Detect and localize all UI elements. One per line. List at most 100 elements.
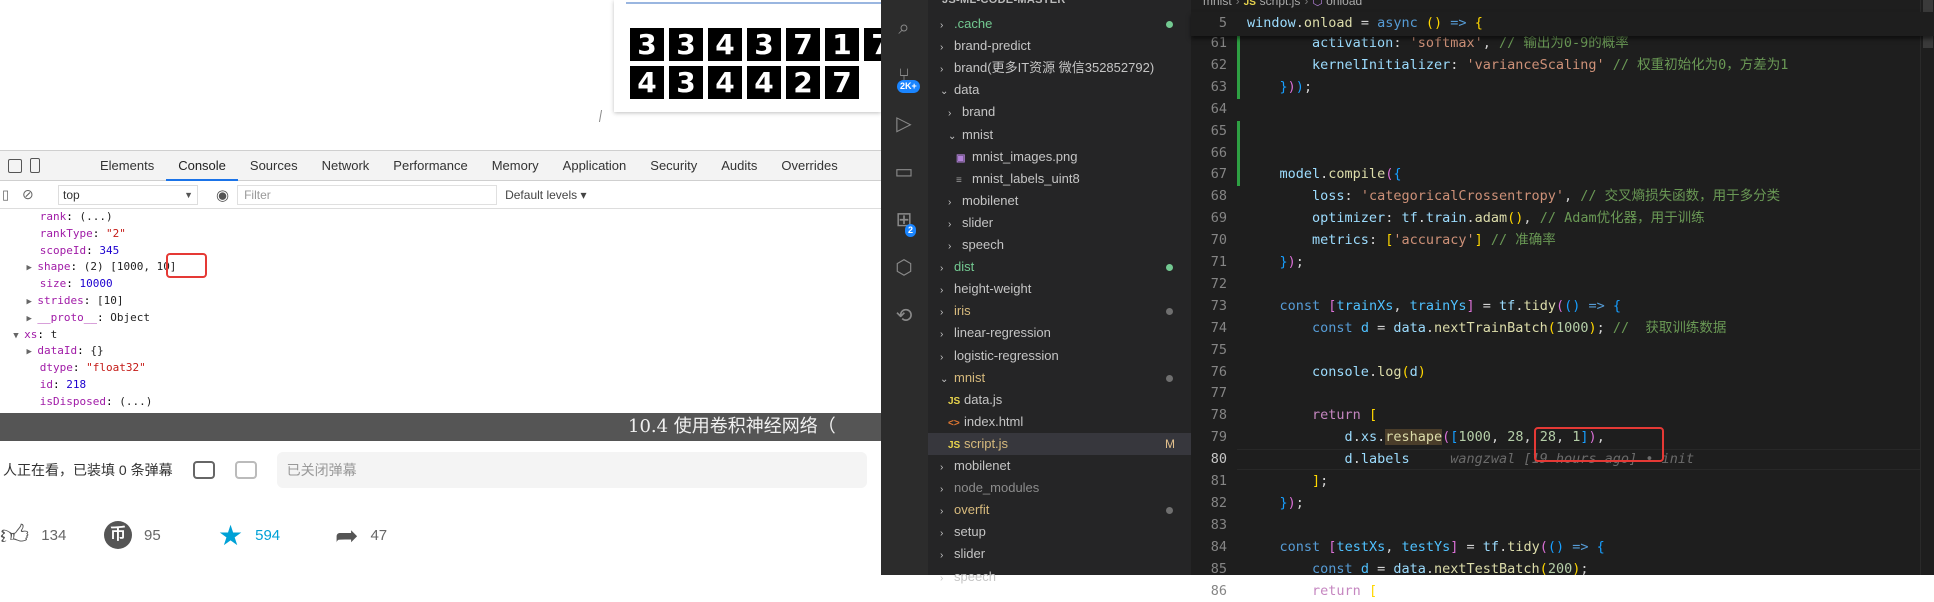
devtools-tab-console[interactable]: Console [166, 151, 238, 181]
expand-triangle-icon[interactable]: ▶ [27, 314, 38, 324]
share-button[interactable]: ➦ 47 [335, 519, 387, 552]
folder-mnist[interactable]: ⌄ mnist [928, 124, 1191, 146]
folder-slider[interactable]: › slider [928, 543, 1191, 565]
folder-iris[interactable]: › iris [928, 300, 1191, 322]
like-button[interactable]: 👍︎ 134 [0, 518, 66, 552]
video-title-bar: 10.4 使用卷积神经网络（ [0, 413, 881, 441]
console-property-line[interactable]: ▶ strides: [10] [0, 293, 881, 310]
code-line[interactable]: 5 window.onload = async () => { [1191, 13, 1934, 34]
folder-brand-it-352852792-[interactable]: › brand(更多IT资源 微信352852792) [928, 57, 1191, 79]
folder-overfit[interactable]: › overfit [928, 499, 1191, 521]
code-line[interactable]: 81 ]; [1191, 471, 1934, 492]
code-line[interactable]: 70 metrics: ['accuracy'] // 准确率 [1191, 230, 1934, 251]
file-mnist-labels-uint8[interactable]: ≡ mnist_labels_uint8 [928, 168, 1191, 190]
clear-console-icon[interactable]: ⊘ [22, 186, 34, 203]
devtools-tab-overrides[interactable]: Overrides [769, 151, 849, 181]
devtools-tab-sources[interactable]: Sources [238, 151, 310, 181]
file-script-js[interactable]: JS script.js M [928, 432, 1191, 455]
expand-triangle-icon[interactable]: ▼ [13, 331, 24, 341]
code-line[interactable]: 63 })); [1191, 77, 1934, 98]
code-line[interactable]: 68 loss: 'categoricalCrossentropy', // 交… [1191, 186, 1934, 207]
code-line[interactable]: 83 [1191, 515, 1934, 536]
editor-scrollbar[interactable] [1920, 0, 1934, 575]
search-icon[interactable]: ⌕ [892, 16, 916, 40]
code-line[interactable]: 86 return [ [1191, 581, 1934, 602]
device-toggle-icon[interactable] [30, 158, 40, 173]
folder-mobilenet[interactable]: › mobilenet [928, 455, 1191, 477]
code-line[interactable]: 75 [1191, 340, 1934, 361]
folder-dist[interactable]: › dist [928, 256, 1191, 278]
folder-brand-predict[interactable]: › brand-predict [928, 35, 1191, 57]
favorite-button[interactable]: ★ 594 [218, 519, 280, 552]
folder-speech[interactable]: › speech [928, 566, 1191, 588]
code-line[interactable]: 74 const d = data.nextTrainBatch(1000); … [1191, 318, 1934, 339]
code-line[interactable]: 64 [1191, 99, 1934, 120]
live-expression-eye-icon[interactable]: ◉ [216, 186, 229, 204]
line-number: 66 [1210, 144, 1227, 161]
console-property-line[interactable]: ▶ shape: (2) [1000, 10] [0, 259, 881, 276]
code-line[interactable]: 85 const d = data.nextTestBatch(200); [1191, 559, 1934, 580]
expand-triangle-icon[interactable]: ▶ [27, 263, 38, 273]
folder-mnist[interactable]: ⌄ mnist [928, 367, 1191, 389]
expand-triangle-icon[interactable]: ▶ [27, 347, 38, 357]
code-line[interactable]: 82 }); [1191, 493, 1934, 514]
file-data-js[interactable]: JS data.js [928, 389, 1191, 411]
folder-setup[interactable]: › setup [928, 521, 1191, 543]
console-filter-input[interactable]: Filter [237, 184, 498, 205]
code-line[interactable]: 84 const [testXs, testYs] = tf.tidy(() =… [1191, 537, 1934, 558]
code-line[interactable]: 61 activation: 'softmax', // 输出为0-9的概率 [1191, 33, 1934, 54]
file-mnist-images-png[interactable]: ▣ mnist_images.png [928, 146, 1191, 168]
code-line[interactable]: 71 }); [1191, 252, 1934, 273]
breadcrumb-folder[interactable]: mnist [1203, 0, 1232, 8]
code-line[interactable]: 72 [1191, 274, 1934, 295]
expand-triangle-icon[interactable]: ▶ [27, 297, 38, 307]
folder-node-modules[interactable]: › node_modules [928, 477, 1191, 499]
devtools-tab-memory[interactable]: Memory [480, 151, 551, 181]
line-number: 83 [1210, 516, 1227, 533]
folder-brand[interactable]: › brand [928, 101, 1191, 123]
devtools-tab-performance[interactable]: Performance [381, 151, 479, 181]
folder-linear-regression[interactable]: › linear-regression [928, 322, 1191, 344]
context-select[interactable]: top [58, 184, 198, 205]
console-property-line[interactable]: ▶ dataId: {} [0, 343, 881, 360]
folder-height-weight[interactable]: › height-weight [928, 278, 1191, 300]
devtools-tab-security[interactable]: Security [638, 151, 709, 181]
breadcrumb-symbol[interactable]: onload [1326, 0, 1362, 8]
run-debug-icon[interactable]: ▷ [892, 112, 916, 136]
folder-slider[interactable]: › slider [928, 212, 1191, 234]
folder--cache[interactable]: › .cache [928, 13, 1191, 35]
console-property-line[interactable]: ▶ __proto__: Object [0, 310, 881, 327]
devtools-tab-application[interactable]: Application [551, 151, 639, 181]
inspect-element-icon[interactable] [8, 158, 22, 173]
code-line[interactable]: 78 return [ [1191, 405, 1934, 426]
danmu-settings-icon[interactable] [234, 461, 257, 479]
log-levels-dropdown[interactable]: Default levels ▾ [505, 188, 586, 202]
danmu-input[interactable]: 已关闭弹幕 [276, 452, 867, 488]
console-property-line[interactable]: ▼ xs: t [0, 327, 881, 344]
sticky-scroll-header[interactable]: 5 window.onload = async () => { [1191, 12, 1934, 36]
code-line[interactable]: 73 const [trainXs, trainYs] = tf.tidy(()… [1191, 296, 1934, 317]
code-line[interactable]: 65 [1191, 121, 1934, 142]
console-sidebar-icon[interactable]: ▯ [2, 187, 9, 203]
code-line[interactable]: 76 console.log(d) [1191, 362, 1934, 383]
remote-explorer-icon[interactable]: ▭ [892, 160, 916, 184]
devtools-tab-elements[interactable]: Elements [88, 151, 166, 181]
danmu-toggle-icon[interactable] [192, 461, 215, 479]
folder-data[interactable]: ⌄ data [928, 79, 1191, 101]
folder-logistic-regression[interactable]: › logistic-regression [928, 345, 1191, 367]
code-line[interactable]: 62 kernelInitializer: 'varianceScaling' … [1191, 55, 1934, 76]
devtools-tab-network[interactable]: Network [310, 151, 382, 181]
devtools-tab-audits[interactable]: Audits [709, 151, 769, 181]
folder-speech[interactable]: › speech [928, 234, 1191, 256]
file-index-html[interactable]: <> index.html [928, 411, 1191, 433]
coin-button[interactable]: 币 95 [104, 521, 161, 549]
code-line[interactable]: 67 model.compile({ [1191, 164, 1934, 185]
code-line[interactable]: 69 optimizer: tf.train.adam(), // Adam优化… [1191, 208, 1934, 229]
folder-mobilenet[interactable]: › mobilenet [928, 190, 1191, 212]
breadcrumb-file[interactable]: script.js [1260, 0, 1301, 8]
code-line[interactable]: 77 [1191, 383, 1934, 404]
explorer-root-title[interactable]: JS-ML-CODE-MASTER [928, 0, 1066, 12]
docker-icon[interactable]: ⬡ [892, 256, 916, 280]
code-line[interactable]: 66 [1191, 143, 1934, 164]
git-graph-icon[interactable]: ⟲ [892, 304, 916, 328]
